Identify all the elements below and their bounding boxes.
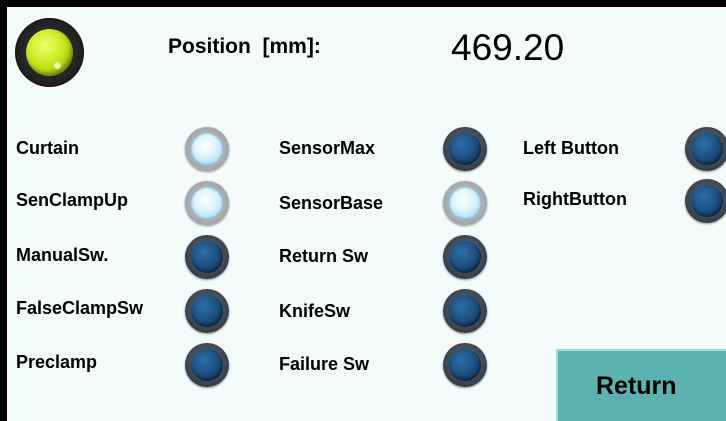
return-button-label: Return [596, 371, 677, 400]
knob-face [26, 29, 73, 76]
lamp-light [449, 349, 481, 381]
signal-label-left-button: Left Button [523, 138, 619, 158]
lamp-light [191, 349, 223, 381]
signal-label-falseclampsw: FalseClampSw [16, 298, 144, 318]
signal-label-sensormax: SensorMax [279, 138, 376, 158]
signal-label-sensorbase: SensorBase [279, 193, 384, 213]
io-status-screen: Position [mm]: 469.20 Curtain SenClampUp… [7, 7, 726, 421]
lamp-rightbutton-icon [685, 179, 726, 223]
signal-label-knifesw: KnifeSw [279, 301, 351, 321]
lamp-left-button-icon [685, 127, 726, 171]
lamp-falseclampsw-icon [185, 289, 229, 333]
signal-label-return-sw: Return Sw [279, 246, 369, 266]
lamp-light [191, 295, 223, 327]
signal-label-manualsw: ManualSw. [16, 245, 109, 265]
position-value: 469.20 [451, 27, 565, 68]
lamp-return-sw-icon [443, 235, 487, 279]
lamp-light [191, 133, 223, 165]
lamp-sensormax-icon [443, 127, 487, 171]
yellow-knob-icon[interactable] [15, 18, 84, 87]
signal-label-preclamp: Preclamp [16, 352, 98, 372]
lamp-curtain-icon [185, 127, 229, 171]
lamp-light [449, 295, 481, 327]
lamp-preclamp-icon [185, 343, 229, 387]
lamp-light [449, 187, 481, 219]
lamp-light [191, 241, 223, 273]
lamp-knifesw-icon [443, 289, 487, 333]
lamp-light [191, 187, 223, 219]
signal-label-senclampup: SenClampUp [16, 190, 129, 210]
lamp-manualsw-icon [185, 235, 229, 279]
lamp-sensorbase-icon [443, 181, 487, 225]
return-button[interactable]: Return [556, 349, 726, 421]
lamp-light [691, 185, 723, 217]
lamp-failure-sw-icon [443, 343, 487, 387]
lamp-light [449, 133, 481, 165]
signal-label-curtain: Curtain [16, 138, 79, 158]
lamp-light [449, 241, 481, 273]
lamp-senclampup-icon [185, 181, 229, 225]
knob-indicator-dot [54, 62, 61, 69]
position-label: Position [mm]: [168, 35, 321, 58]
signal-label-rightbutton: RightButton [523, 189, 627, 209]
lamp-light [691, 133, 723, 165]
signal-label-failure-sw: Failure Sw [279, 354, 370, 374]
